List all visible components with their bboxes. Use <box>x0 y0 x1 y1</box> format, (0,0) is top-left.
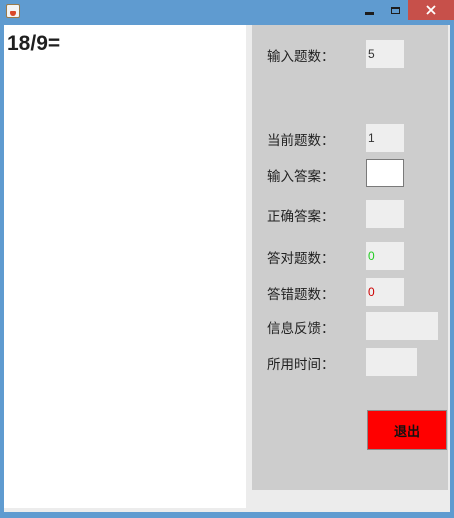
current-question-field: 1 <box>366 124 404 152</box>
question-panel: 18/9= <box>4 25 246 508</box>
answer-input[interactable] <box>366 159 404 187</box>
total-questions-label: 输入题数： <box>267 49 335 65</box>
question-text: 18/9= <box>7 32 61 55</box>
correct-answer-field <box>366 200 404 228</box>
minimize-button[interactable] <box>356 0 382 20</box>
elapsed-time-label: 所用时间： <box>267 357 335 373</box>
content-area: 18/9= 输入题数： 5 当前题数： 1 输入答案： 正确答案： 答对题数： … <box>4 25 450 512</box>
wrong-count-field: 0 <box>366 278 404 306</box>
exit-button[interactable]: 退出 <box>367 410 447 450</box>
answer-input-label: 输入答案： <box>267 169 335 185</box>
maximize-icon <box>390 6 400 14</box>
maximize-button[interactable] <box>382 0 408 20</box>
wrong-count-label: 答错题数： <box>267 287 335 303</box>
correct-answer-label: 正确答案： <box>267 209 335 225</box>
minimize-icon <box>364 11 374 15</box>
control-panel: 输入题数： 5 当前题数： 1 输入答案： 正确答案： 答对题数： 0 答错题数… <box>252 25 448 490</box>
title-bar[interactable] <box>0 0 454 24</box>
app-window: 18/9= 输入题数： 5 当前题数： 1 输入答案： 正确答案： 答对题数： … <box>0 0 454 518</box>
feedback-label: 信息反馈： <box>267 321 335 337</box>
close-icon <box>426 5 436 15</box>
current-question-label: 当前题数： <box>267 133 335 149</box>
total-questions-field[interactable]: 5 <box>366 40 404 68</box>
feedback-field <box>366 312 438 340</box>
elapsed-time-field <box>366 348 417 376</box>
close-button[interactable] <box>408 0 454 20</box>
java-cup-icon <box>6 4 20 18</box>
right-count-label: 答对题数： <box>267 251 335 267</box>
right-count-field: 0 <box>366 242 404 270</box>
